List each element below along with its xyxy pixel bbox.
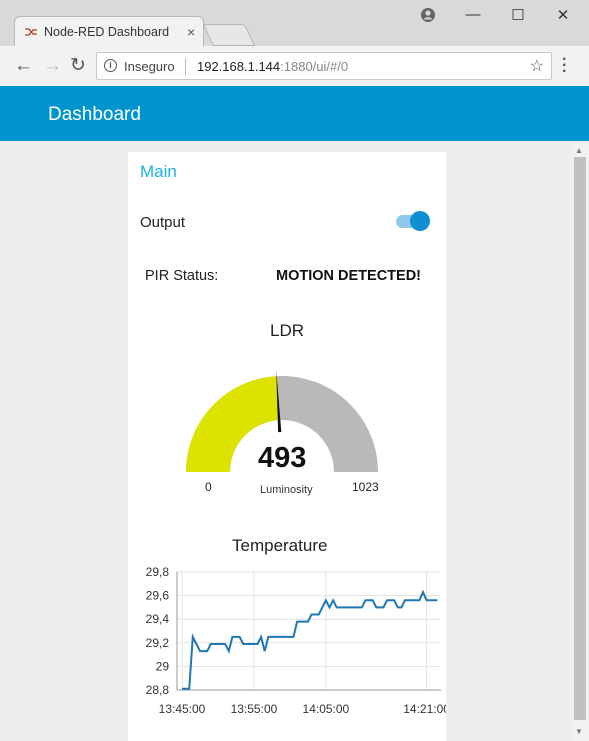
- x-tick-label: 14:21:00: [403, 702, 446, 716]
- reload-icon[interactable]: ↻: [70, 56, 86, 76]
- browser-toolbar: ← → ↻ i Inseguro 192.168.1.144:1880/ui/#…: [0, 46, 589, 86]
- switch-label: Output: [140, 214, 186, 231]
- page-title: Dashboard: [48, 104, 141, 125]
- info-icon[interactable]: i: [104, 59, 117, 72]
- address-bar[interactable]: i Inseguro 192.168.1.144:1880/ui/#/0 ☆: [96, 52, 552, 80]
- y-tick-label: 29,4: [146, 612, 170, 626]
- switch-knob[interactable]: [410, 211, 430, 231]
- x-tick-label: 13:45:00: [159, 702, 206, 716]
- omnibox-divider: [185, 58, 186, 75]
- url-host: 192.168.1.144: [197, 59, 281, 74]
- x-tick-label: 13:55:00: [231, 702, 278, 716]
- scroll-up-icon[interactable]: ▲: [575, 146, 583, 155]
- chart-title: Temperature: [232, 536, 328, 555]
- maximize-button[interactable]: ☐: [508, 6, 528, 24]
- forward-arrow-icon[interactable]: →: [43, 56, 62, 76]
- minimize-button[interactable]: —: [463, 6, 483, 23]
- pir-status-value: MOTION DETECTED!: [276, 268, 421, 284]
- title-bar: Node-RED Dashboard × — ☐ ✕: [0, 0, 589, 46]
- gauge-title: LDR: [270, 321, 305, 340]
- y-tick-label: 28,8: [146, 683, 170, 697]
- new-tab-button[interactable]: [202, 24, 256, 46]
- pir-status-label: PIR Status:: [145, 268, 219, 284]
- url-text[interactable]: 192.168.1.144:1880/ui/#/0: [197, 59, 348, 74]
- browser-chrome: Node-RED Dashboard × — ☐ ✕ ← → ↻ i Inseg…: [0, 0, 589, 86]
- x-tick-label: 14:05:00: [303, 702, 350, 716]
- tab-title: Node-RED Dashboard: [44, 25, 170, 39]
- menu-icon[interactable]: · · ·: [562, 52, 567, 80]
- close-window-button[interactable]: ✕: [553, 6, 573, 24]
- star-icon[interactable]: ☆: [530, 56, 544, 76]
- y-tick-label: 29,8: [146, 565, 170, 579]
- group-title: Main: [140, 162, 177, 181]
- temperature-series-line: [182, 589, 438, 690]
- back-arrow-icon[interactable]: ←: [14, 56, 33, 76]
- url-path: :1880/ui/#/0: [280, 59, 349, 74]
- dashboard-header: Dashboard: [0, 86, 589, 141]
- node-red-icon: [25, 28, 37, 36]
- scroll-down-icon[interactable]: ▼: [575, 727, 583, 736]
- tab-close-icon[interactable]: ×: [187, 24, 195, 40]
- scrollbar-thumb[interactable]: [574, 157, 586, 720]
- user-icon[interactable]: [420, 7, 436, 23]
- security-label[interactable]: Inseguro: [124, 59, 175, 74]
- gauge-min: 0: [205, 480, 212, 494]
- gauge-units: Luminosity: [260, 484, 313, 496]
- y-tick-label: 29: [156, 659, 170, 673]
- y-tick-label: 29,2: [146, 636, 170, 650]
- gauge-value: 493: [258, 442, 307, 474]
- browser-tab[interactable]: Node-RED Dashboard ×: [14, 16, 204, 46]
- gauge-max: 1023: [352, 480, 379, 494]
- y-tick-label: 29,6: [146, 589, 170, 603]
- temperature-chart: 29,8 29,6 29,4 29,2 29 28,8 13:45:00 13:55:00 14…: [146, 565, 446, 716]
